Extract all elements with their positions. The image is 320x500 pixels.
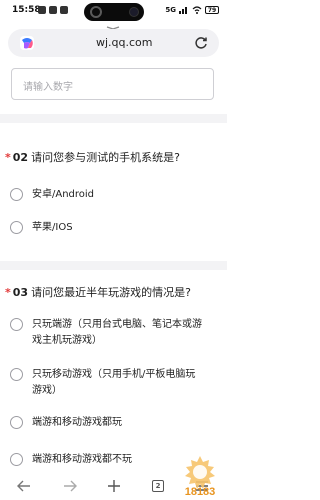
option-android[interactable]: 安卓/Android [10, 187, 202, 203]
radio-button[interactable] [10, 368, 23, 381]
browser-toolbar: wj.qq.com [0, 26, 227, 60]
back-icon[interactable] [14, 478, 34, 494]
notification-icons [38, 6, 68, 14]
option-label[interactable]: 只玩移动游戏（只用手机/平板电脑玩游戏） [32, 367, 202, 399]
question-number: 02 [12, 151, 29, 164]
wifi-icon [192, 6, 202, 14]
tabs-icon[interactable]: 2 [152, 480, 164, 492]
status-right-icons: 5G 79 [165, 6, 219, 14]
radio-button[interactable] [10, 416, 23, 429]
question-text: 请问您参与测试的手机系统是? [31, 151, 180, 164]
option-mobile-only[interactable]: 只玩移动游戏（只用手机/平板电脑玩游戏） [10, 367, 202, 399]
required-marker: * [5, 151, 11, 164]
watermark-text: 18183 [185, 486, 216, 498]
number-input-placeholder: 请输入数字 [23, 82, 73, 93]
camera-icon [129, 7, 139, 17]
tabs-button[interactable]: 2 [148, 478, 168, 494]
question-card-02: * 02 请问您参与测试的手机系统是? 安卓/Android 苹果/IOS [0, 123, 227, 261]
radio-button[interactable] [10, 318, 23, 331]
forward-icon[interactable] [60, 478, 80, 494]
browser-logo-icon[interactable] [18, 34, 36, 52]
option-ios[interactable]: 苹果/IOS [10, 220, 202, 236]
question-title: * 03 请问您最近半年玩游戏的情况是? [5, 284, 191, 300]
battery-icon: 79 [205, 6, 219, 14]
url-text[interactable]: wj.qq.com [96, 36, 153, 49]
number-input[interactable]: 请输入数字 [11, 68, 214, 100]
activity-icon [90, 6, 102, 18]
radio-button[interactable] [10, 188, 23, 201]
signal-icon [179, 7, 187, 14]
option-label[interactable]: 安卓/Android [32, 187, 202, 203]
radio-button[interactable] [10, 221, 23, 234]
reload-icon[interactable] [193, 35, 209, 51]
option-pc-only[interactable]: 只玩端游（只用台式电脑、笔记本或游戏主机玩游戏） [10, 317, 202, 349]
battery-level: 79 [207, 6, 217, 14]
tab-count: 2 [155, 482, 161, 490]
watermark-logo: 18183 [185, 456, 216, 498]
address-bar[interactable]: wj.qq.com [8, 29, 219, 57]
option-label[interactable]: 端游和移动游戏都玩 [32, 415, 202, 431]
survey-content: 请输入数字 * 02 请问您参与测试的手机系统是? 安卓/Android 苹果/IO… [0, 62, 227, 472]
question-title: * 02 请问您参与测试的手机系统是? [5, 149, 180, 165]
question-number: 03 [12, 286, 29, 299]
network-label: 5G [165, 6, 176, 14]
question-text: 请问您最近半年玩游戏的情况是? [31, 286, 191, 299]
notification-icon [49, 6, 57, 14]
notification-icon [60, 6, 68, 14]
option-label[interactable]: 苹果/IOS [32, 220, 202, 236]
question-card-01: 请输入数字 [0, 62, 227, 114]
option-label[interactable]: 只玩端游（只用台式电脑、笔记本或游戏主机玩游戏） [32, 317, 202, 349]
status-time: 15:58 [12, 5, 41, 15]
dynamic-island [84, 3, 144, 21]
required-marker: * [5, 286, 11, 299]
add-icon[interactable] [104, 478, 124, 494]
status-bar: 15:58 5G 79 [0, 0, 227, 24]
question-card-03: * 03 请问您最近半年玩游戏的情况是? 只玩端游（只用台式电脑、笔记本或游戏主机玩… [0, 270, 227, 472]
notification-icon [38, 6, 46, 14]
radio-button[interactable] [10, 453, 23, 466]
option-both[interactable]: 端游和移动游戏都玩 [10, 415, 202, 431]
